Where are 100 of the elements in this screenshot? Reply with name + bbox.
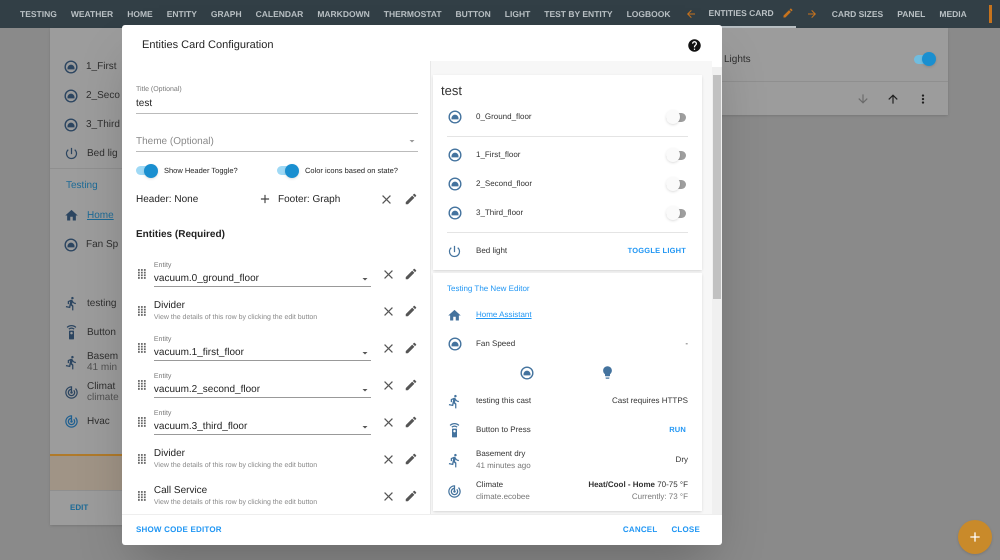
entity-name: 0_Ground_floor: [476, 111, 533, 123]
pencil-icon[interactable]: [404, 378, 418, 392]
nav-tab[interactable]: CALENDAR: [256, 0, 304, 28]
entity-secondary: 41 min: [87, 362, 118, 373]
entity-name: 1_First: [86, 61, 117, 72]
vacuum-icon: [64, 238, 78, 252]
entity-state: Dry: [676, 454, 688, 466]
nav-tab[interactable]: MARKDOWN: [317, 0, 370, 28]
entity-state: -: [685, 338, 688, 350]
section-label: Testing: [66, 178, 98, 192]
nav-tab[interactable]: LOGBOOK: [626, 0, 671, 28]
header-label: Header: None: [136, 192, 200, 206]
entity-secondary: climate: [87, 392, 119, 403]
arrow-left-icon[interactable]: [684, 8, 697, 20]
show-code-editor-button[interactable]: SHOW CODE EDITOR: [136, 524, 222, 536]
pencil-icon[interactable]: [404, 415, 418, 429]
entity-state: Cast requires HTTPS: [612, 395, 688, 407]
toggle-switch[interactable]: [136, 164, 158, 178]
entity-name: Bed light: [476, 245, 508, 257]
entity-name: Basem: [87, 351, 118, 362]
drag-handle-icon[interactable]: [138, 417, 146, 427]
scrollbar[interactable]: [712, 67, 722, 514]
entity-name: 2_Second_floor: [476, 178, 534, 190]
nav-tab[interactable]: BUTTON: [456, 0, 491, 28]
nav-tab[interactable]: ENTITY: [166, 0, 197, 28]
entity-state: Heat/Cool - Home 70-75 °F: [588, 479, 688, 491]
drag-handle-icon[interactable]: [138, 380, 146, 390]
nav-tab[interactable]: CARD SIZES: [832, 0, 884, 28]
power-icon: [64, 146, 79, 161]
drag-handle-icon[interactable]: [138, 491, 146, 501]
vacuum-icon: [520, 366, 534, 380]
theme-dropdown[interactable]: Theme (Optional): [136, 134, 418, 152]
entity-secondary: climate.ecobee: [476, 491, 531, 503]
close-button[interactable]: CLOSE: [671, 524, 700, 536]
nav-tab[interactable]: TEST BY ENTITY: [544, 0, 613, 28]
section-heading: Entities (Required): [136, 228, 226, 242]
thermostat-icon: [64, 384, 79, 400]
thermostat-icon: [64, 414, 79, 429]
entity-name: 2_Seco: [86, 90, 120, 101]
remote-icon: [447, 422, 462, 438]
toggle-switch[interactable]: [666, 148, 688, 162]
drag-handle-icon[interactable]: [138, 306, 146, 316]
lightbulb-icon[interactable]: [600, 365, 615, 380]
toggle-switch[interactable]: [666, 177, 688, 191]
drag-handle-icon[interactable]: [138, 454, 146, 464]
link[interactable]: Home Assistant: [476, 309, 532, 321]
edge-marker: [989, 5, 992, 23]
row-title: Divider: [154, 447, 186, 462]
vacuum-icon: [448, 206, 462, 220]
pencil-icon[interactable]: [404, 452, 418, 466]
vacuum-icon: [64, 88, 78, 102]
entity-name: Climate: [476, 479, 504, 491]
tab-label: ENTITIES CARD: [708, 6, 774, 20]
running-person-icon: [64, 354, 79, 370]
vacuum-icon: [448, 337, 462, 351]
pencil-icon[interactable]: [782, 7, 794, 19]
nav-tab[interactable]: HOME: [127, 0, 153, 28]
nav-tab[interactable]: MEDIA: [939, 0, 967, 28]
nav-tab[interactable]: TESTING: [20, 0, 57, 28]
nav-tab[interactable]: PANEL: [897, 0, 926, 28]
entity-name: Fan Sp: [86, 239, 118, 250]
vacuum-icon: [448, 177, 462, 191]
toggle-switch[interactable]: [666, 110, 688, 124]
entity-name: Bed lig: [87, 148, 118, 159]
dialog-title: Entities Card Configuration: [142, 38, 274, 53]
help-icon[interactable]: [687, 38, 702, 52]
nav-tab[interactable]: LIGHT: [504, 0, 530, 28]
nav-tab[interactable]: GRAPH: [210, 0, 242, 28]
nav-tab[interactable]: THERMOSTAT: [384, 0, 442, 28]
entity-name: testing this cast: [476, 395, 532, 407]
vacuum-icon: [64, 60, 78, 74]
add-icon[interactable]: [258, 192, 272, 206]
entity-name: Hvac: [87, 416, 110, 427]
section-label: Testing The New Editor: [447, 282, 530, 294]
arrow-up-icon[interactable]: [886, 92, 900, 106]
entity-state-secondary: Currently: 73 °F: [632, 491, 688, 503]
power-icon: [447, 244, 462, 258]
pencil-icon[interactable]: [404, 489, 418, 503]
nav-tab[interactable]: WEATHER: [70, 0, 114, 28]
vacuum-icon: [448, 148, 462, 162]
house-icon: [447, 308, 462, 322]
pencil-icon[interactable]: [404, 341, 418, 355]
cancel-button[interactable]: CANCEL: [622, 524, 658, 536]
drag-handle-icon[interactable]: [138, 343, 146, 353]
pencil-icon[interactable]: [404, 192, 418, 206]
title-field[interactable]: test: [136, 96, 418, 114]
pencil-icon[interactable]: [404, 267, 418, 281]
entity-name: Fan Speed: [476, 338, 516, 350]
entity-name: Button to Press: [476, 424, 532, 436]
vacuum-icon: [64, 118, 78, 132]
arrow-right-icon[interactable]: [806, 8, 818, 20]
drag-handle-icon[interactable]: [138, 269, 146, 279]
pencil-icon[interactable]: [404, 304, 418, 318]
row-title: Call Service: [154, 484, 208, 498]
entity-name: Basement dry: [476, 448, 526, 460]
toggle-switch[interactable]: [914, 52, 936, 66]
house-icon: [64, 208, 79, 223]
entity-name: 3_Third: [86, 119, 120, 130]
toggle-switch[interactable]: [666, 206, 688, 220]
toggle-switch[interactable]: [277, 164, 299, 178]
